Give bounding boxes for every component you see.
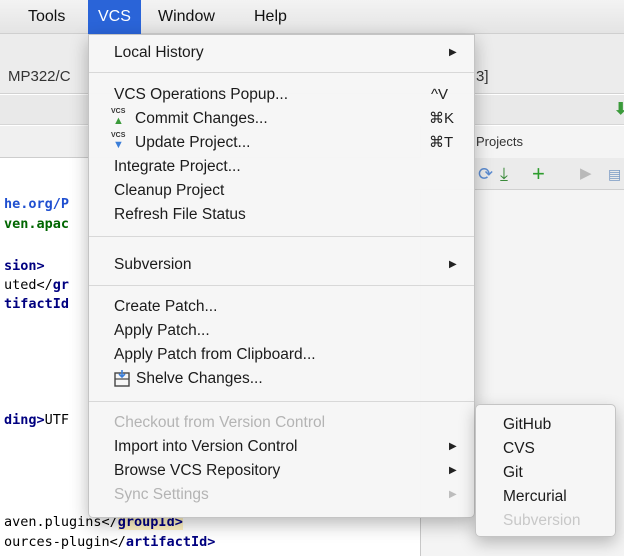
menu-item-refresh-file-status[interactable]: Refresh File Status bbox=[89, 203, 474, 227]
menu-item-checkout-from-version-control[interactable]: Checkout from Version Control bbox=[89, 411, 474, 435]
settings-icon[interactable]: ▤ bbox=[608, 163, 621, 185]
menu-item-label: Shelve Changes... bbox=[136, 370, 263, 387]
code-line: tifactId bbox=[4, 296, 70, 312]
menu-item-local-history[interactable]: Local History ▶ bbox=[89, 41, 474, 65]
menu-item-import-into-version-control[interactable]: Import into Version Control ▶ bbox=[89, 435, 474, 459]
menu-window[interactable]: Window bbox=[148, 0, 225, 34]
menu-item-subversion[interactable]: Subversion ▶ bbox=[89, 253, 474, 277]
add-icon[interactable]: + bbox=[532, 163, 545, 185]
menu-separator bbox=[89, 285, 474, 286]
menu-help[interactable]: Help bbox=[244, 0, 297, 34]
menu-item-label: Local History bbox=[114, 44, 204, 61]
menu-item-apply-patch-from-clipboard[interactable]: Apply Patch from Clipboard... bbox=[89, 343, 474, 367]
path-right-fragment: 3] bbox=[476, 68, 489, 85]
checkout-submenu: GitHub CVS Git Mercurial Subversion bbox=[475, 404, 616, 537]
submenu-item-mercurial[interactable]: Mercurial bbox=[476, 485, 615, 509]
submenu-item-github[interactable]: GitHub bbox=[476, 413, 615, 437]
menu-item-browse-vcs-repository[interactable]: Browse VCS Repository ▶ bbox=[89, 459, 474, 483]
projects-label[interactable]: Projects bbox=[476, 134, 523, 149]
code-line: ding>UTF bbox=[4, 412, 70, 428]
refresh-icon[interactable]: ⟳ bbox=[478, 163, 493, 185]
update-arrow-icon[interactable]: ⬇ bbox=[614, 99, 624, 119]
menu-item-commit-changes[interactable]: VCS ▲ Commit Changes... ⌘K bbox=[89, 107, 474, 131]
code-line: sion> bbox=[4, 258, 45, 274]
menu-item-label: Update Project... bbox=[135, 134, 251, 151]
menu-item-create-patch[interactable]: Create Patch... bbox=[89, 295, 474, 319]
menu-separator bbox=[89, 72, 474, 73]
submenu-arrow-icon: ▶ bbox=[449, 465, 457, 476]
vcs-menu: Local History ▶ VCS Operations Popup... … bbox=[88, 34, 475, 518]
shortcut-label: ^V bbox=[431, 86, 449, 103]
menu-item-label: VCS Operations Popup... bbox=[114, 86, 289, 103]
menu-separator bbox=[89, 401, 474, 402]
menu-item-label: Import into Version Control bbox=[114, 438, 298, 455]
menu-item-cleanup-project[interactable]: Cleanup Project bbox=[89, 179, 474, 203]
commit-icon: VCS ▲ bbox=[111, 108, 126, 127]
submenu-item-subversion[interactable]: Subversion bbox=[476, 509, 615, 533]
menu-item-shelve-changes[interactable]: Shelve Changes... bbox=[89, 367, 474, 391]
code-line: ven.apac bbox=[4, 216, 70, 232]
menu-vcs[interactable]: VCS bbox=[88, 0, 141, 34]
menu-item-label: Subversion bbox=[114, 256, 192, 273]
menu-item-label: Browse VCS Repository bbox=[114, 462, 281, 479]
menu-item-apply-patch[interactable]: Apply Patch... bbox=[89, 319, 474, 343]
menu-item-update-project[interactable]: VCS ▼ Update Project... ⌘T bbox=[89, 131, 474, 155]
menu-bar: Tools VCS Window Help bbox=[0, 0, 624, 34]
submenu-item-git[interactable]: Git bbox=[476, 461, 615, 485]
shelve-icon bbox=[114, 370, 130, 387]
menu-item-label: Commit Changes... bbox=[135, 110, 268, 127]
submenu-arrow-icon: ▶ bbox=[449, 47, 457, 58]
code-line: he.org/P bbox=[4, 196, 70, 212]
menu-item-sync-settings[interactable]: Sync Settings ▶ bbox=[89, 483, 474, 507]
shortcut-label: ⌘T bbox=[429, 134, 454, 151]
shortcut-label: ⌘K bbox=[429, 110, 455, 127]
menu-separator bbox=[89, 236, 474, 237]
menu-item-label: Sync Settings bbox=[114, 486, 209, 503]
menu-item-vcs-operations-popup[interactable]: VCS Operations Popup... ^V bbox=[89, 83, 474, 107]
download-icon[interactable]: ⤓ bbox=[500, 163, 508, 185]
path-fragment[interactable]: MP322/C bbox=[8, 68, 71, 85]
submenu-arrow-icon: ▶ bbox=[449, 489, 457, 500]
code-line: ources-plugin</artifactId> bbox=[4, 534, 216, 550]
submenu-item-cvs[interactable]: CVS bbox=[476, 437, 615, 461]
run-icon[interactable]: ▶ bbox=[580, 163, 592, 185]
submenu-arrow-icon: ▶ bbox=[449, 441, 457, 452]
update-icon: VCS ▼ bbox=[111, 132, 126, 151]
code-line: uted</gr bbox=[4, 277, 70, 293]
menu-item-integrate-project[interactable]: Integrate Project... bbox=[89, 155, 474, 179]
submenu-arrow-icon: ▶ bbox=[449, 259, 457, 270]
menu-tools[interactable]: Tools bbox=[18, 0, 75, 34]
